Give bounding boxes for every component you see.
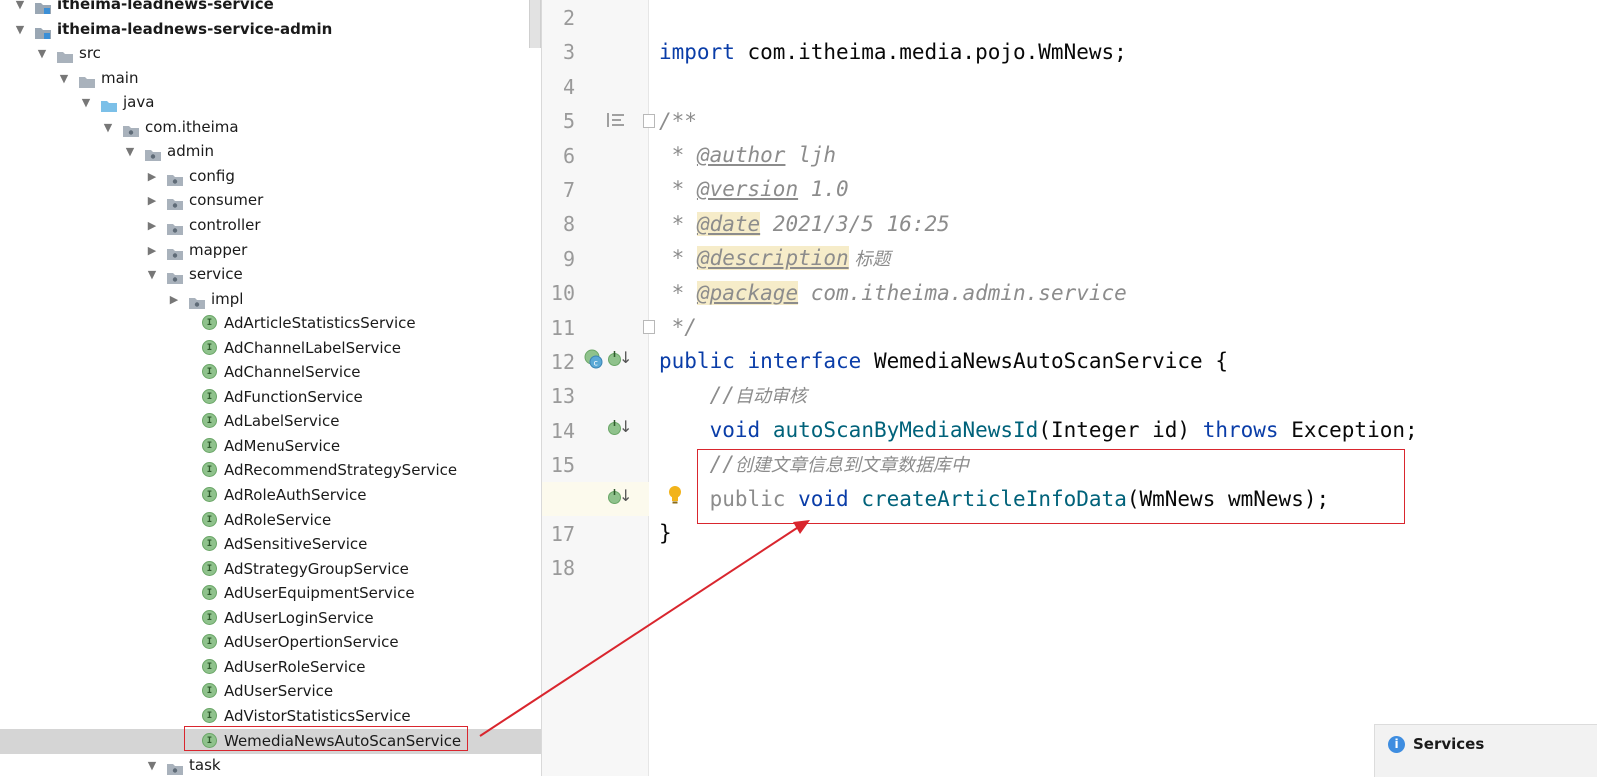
services-tool-window[interactable]: i Services	[1374, 724, 1597, 777]
annotation-arrow	[479, 520, 810, 737]
info-icon: i	[1388, 736, 1405, 753]
services-label: Services	[1413, 735, 1485, 753]
